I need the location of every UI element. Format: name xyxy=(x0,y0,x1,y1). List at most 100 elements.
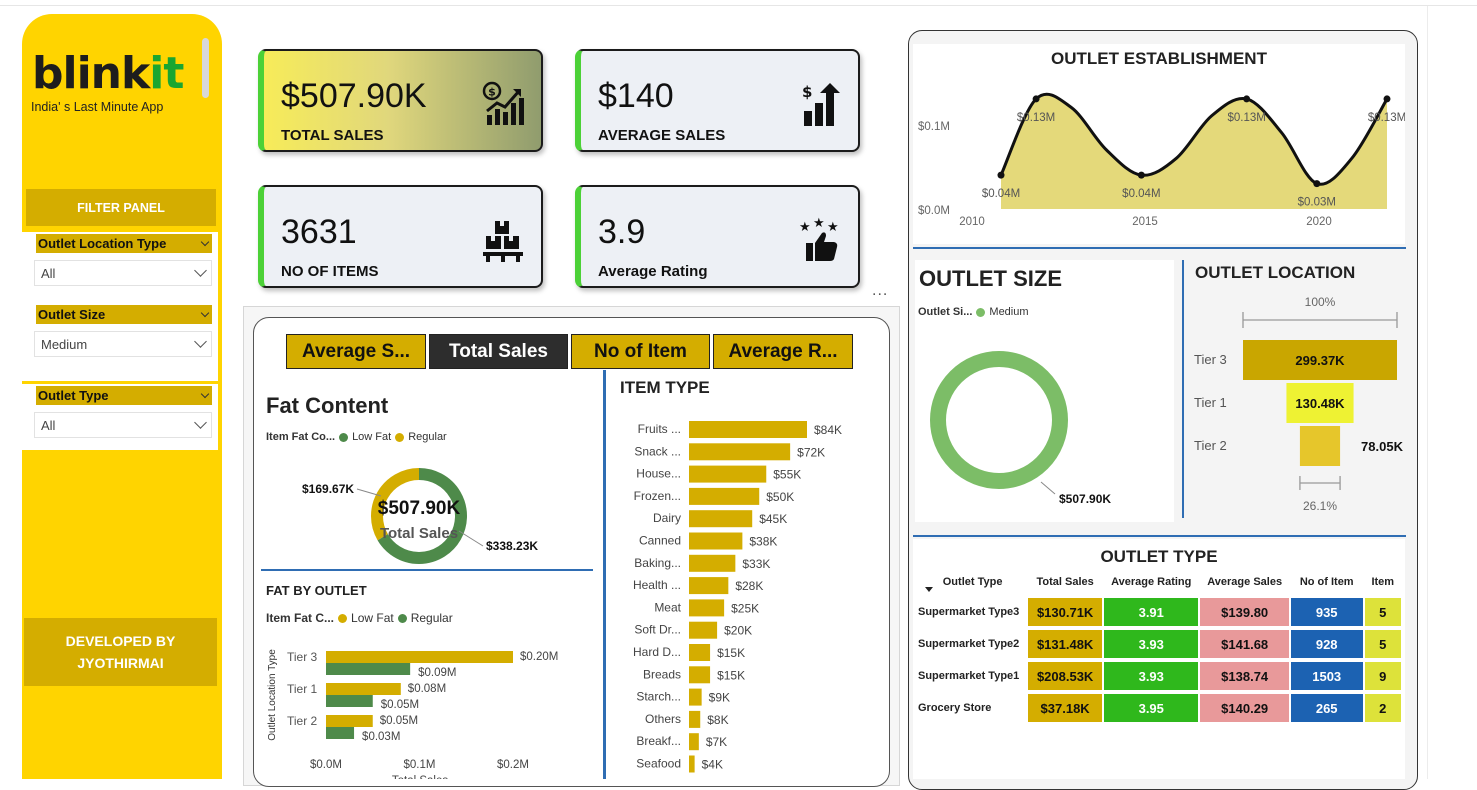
type-dropdown[interactable]: All xyxy=(34,412,212,438)
svg-text:★: ★ xyxy=(799,220,811,235)
cell-outlet-type: Grocery Store xyxy=(918,702,992,714)
outlet-type-table: Outlet Type Total Sales Average Rating A… xyxy=(918,572,1402,726)
kpi-number-of-items[interactable]: 3631 NO OF ITEMS xyxy=(258,185,543,288)
category-label: Fruits ... xyxy=(638,422,681,436)
slicer-header[interactable]: Outlet Size xyxy=(36,305,212,324)
brand-tagline: India' s Last Minute App xyxy=(31,100,164,114)
data-label: $0.09M xyxy=(418,667,456,679)
cell-rating: 3.95 xyxy=(1104,694,1199,722)
table-row[interactable]: Grocery Store $37.18K 3.95 $140.29 265 2 xyxy=(918,694,1402,722)
column-header-no-of-item[interactable]: No of Item xyxy=(1290,576,1364,594)
kpi-average-sales[interactable]: $140 AVERAGE SALES $ xyxy=(575,49,860,152)
data-label: 78.05K xyxy=(1361,439,1404,454)
table-row[interactable]: Supermarket Type2 $131.48K 3.93 $141.68 928 5 xyxy=(918,630,1402,658)
kpi-value: 3.9 xyxy=(598,213,646,251)
bar xyxy=(326,727,355,739)
cell-outlet-type: Supermarket Type2 xyxy=(918,638,1020,650)
location-dropdown[interactable]: All xyxy=(34,260,212,286)
dropdown-value: Medium xyxy=(41,336,88,352)
kpi-average-rating[interactable]: 3.9 Average Rating ★ ★ ★ xyxy=(575,185,860,288)
column-header-average-sales[interactable]: Average Sales xyxy=(1199,576,1289,594)
chevron-down-icon xyxy=(194,335,207,348)
divider xyxy=(261,569,593,571)
size-dropdown[interactable]: Medium xyxy=(34,331,212,357)
more-options-icon[interactable]: ... xyxy=(872,282,888,300)
data-point xyxy=(1137,171,1145,179)
sidebar-scrollbar[interactable] xyxy=(202,38,209,98)
table-cell: 2 xyxy=(1364,694,1402,722)
item-type-bar-chart[interactable]: Fruits ... $84K Snack ... $72K House... $55K F… xyxy=(607,370,856,779)
data-label: $8K xyxy=(707,713,728,727)
donut-center-value: $507.90K xyxy=(378,498,461,519)
outlet-location-funnel-chart[interactable]: 100% Tier 3 299.37K Tier 1 130.48K Tier 2 78.0… xyxy=(1186,258,1404,520)
slicer-header[interactable]: Outlet Location Type xyxy=(36,234,212,253)
rating-stars-icon: ★ ★ ★ xyxy=(799,217,839,261)
bar xyxy=(689,532,743,550)
svg-text:★: ★ xyxy=(813,217,825,231)
column-header-total-sales[interactable]: Total Sales xyxy=(1027,576,1103,594)
table-cell: 928 xyxy=(1290,630,1364,658)
cell-avg: $140.29 xyxy=(1200,694,1289,722)
data-label: $28K xyxy=(735,579,763,593)
data-label: $9K xyxy=(709,691,730,705)
column-header-item-visibility[interactable]: Item xyxy=(1364,576,1402,594)
cell-vis: 2 xyxy=(1364,694,1401,722)
donut-center-label: Total Sales xyxy=(380,525,458,542)
chevron-down-icon[interactable] xyxy=(200,308,210,317)
column-header-average-rating[interactable]: Average Rating xyxy=(1103,576,1199,594)
data-label: $84K xyxy=(814,423,842,437)
category-label: Meat xyxy=(654,600,681,614)
bar xyxy=(326,695,373,707)
tab-average-rating[interactable]: Average R... xyxy=(713,334,853,369)
cell-vis: 5 xyxy=(1364,630,1401,658)
kpi-label: NO OF ITEMS xyxy=(281,263,379,280)
fat-by-outlet-card: FAT BY OUTLET Item Fat C... Low Fat Regu… xyxy=(261,573,593,779)
outlet-size-donut-chart[interactable]: $507.90K xyxy=(915,260,1174,522)
category-label: Tier 3 xyxy=(287,650,318,664)
fat-by-outlet-bar-chart[interactable]: Tier 3 $0.20M $0.09M Tier 1 $0.08M $0.05M Tier… xyxy=(261,573,593,779)
kpi-label: TOTAL SALES xyxy=(281,127,384,144)
outlet-establishment-area-chart[interactable]: $0.04M $0.13M $0.04M $0.13M $0.03M $0.13M $0.0… xyxy=(913,44,1405,244)
funnel-bracket xyxy=(1299,476,1341,490)
data-label: $15K xyxy=(717,668,745,682)
data-label: $4K xyxy=(702,758,723,772)
table-cell: $131.48K xyxy=(1027,630,1103,658)
bar xyxy=(326,663,411,675)
table-row[interactable]: Supermarket Type1 $208.53K 3.93 $138.74 1503… xyxy=(918,662,1402,690)
slicer-header[interactable]: Outlet Type xyxy=(36,386,212,405)
tab-total-sales[interactable]: Total Sales xyxy=(429,334,568,369)
data-label: $33K xyxy=(742,557,770,571)
bar xyxy=(689,666,711,684)
data-point xyxy=(997,171,1005,179)
cell-rating: 3.93 xyxy=(1104,662,1199,690)
tab-average-sales[interactable]: Average S... xyxy=(286,334,426,369)
data-label: $0.04M xyxy=(982,188,1020,200)
developer-line-1: DEVELOPED BY xyxy=(65,633,176,649)
kpi-total-sales[interactable]: $507.90K TOTAL SALES $ xyxy=(258,49,543,152)
chevron-down-icon[interactable] xyxy=(200,237,210,246)
slicer-outlet-size: Outlet Size Medium xyxy=(22,303,218,381)
cell-avg: $138.74 xyxy=(1200,662,1289,690)
column-header-outlet-type[interactable]: Outlet Type xyxy=(918,576,1027,594)
money-growth-icon: $ xyxy=(482,81,524,125)
bar xyxy=(689,755,695,773)
category-label: Canned xyxy=(639,534,681,548)
data-label: $7K xyxy=(706,735,727,749)
leader-line xyxy=(1040,481,1056,495)
cell-outlet-type: Supermarket Type1 xyxy=(918,670,1020,682)
data-label: $0.05M xyxy=(380,715,418,727)
bar xyxy=(689,688,702,706)
kpi-value: 3631 xyxy=(281,213,357,251)
chevron-down-icon[interactable] xyxy=(200,389,210,398)
category-label: House... xyxy=(636,467,681,481)
tab-no-of-item[interactable]: No of Item xyxy=(571,334,710,369)
fat-content-donut-chart[interactable]: $507.90K Total Sales $338.23K $169.67K xyxy=(261,386,581,566)
data-point xyxy=(1243,95,1251,103)
data-label: $50K xyxy=(766,490,794,504)
table-cell: 3.95 xyxy=(1103,694,1199,722)
table-cell: 3.93 xyxy=(1103,662,1199,690)
table-row[interactable]: Supermarket Type3 $130.71K 3.91 $139.80 935 5 xyxy=(918,598,1402,626)
category-label: Tier 1 xyxy=(1194,395,1227,410)
x-tick-label: 2015 xyxy=(1132,216,1158,228)
kpi-label: Average Rating xyxy=(598,263,708,280)
